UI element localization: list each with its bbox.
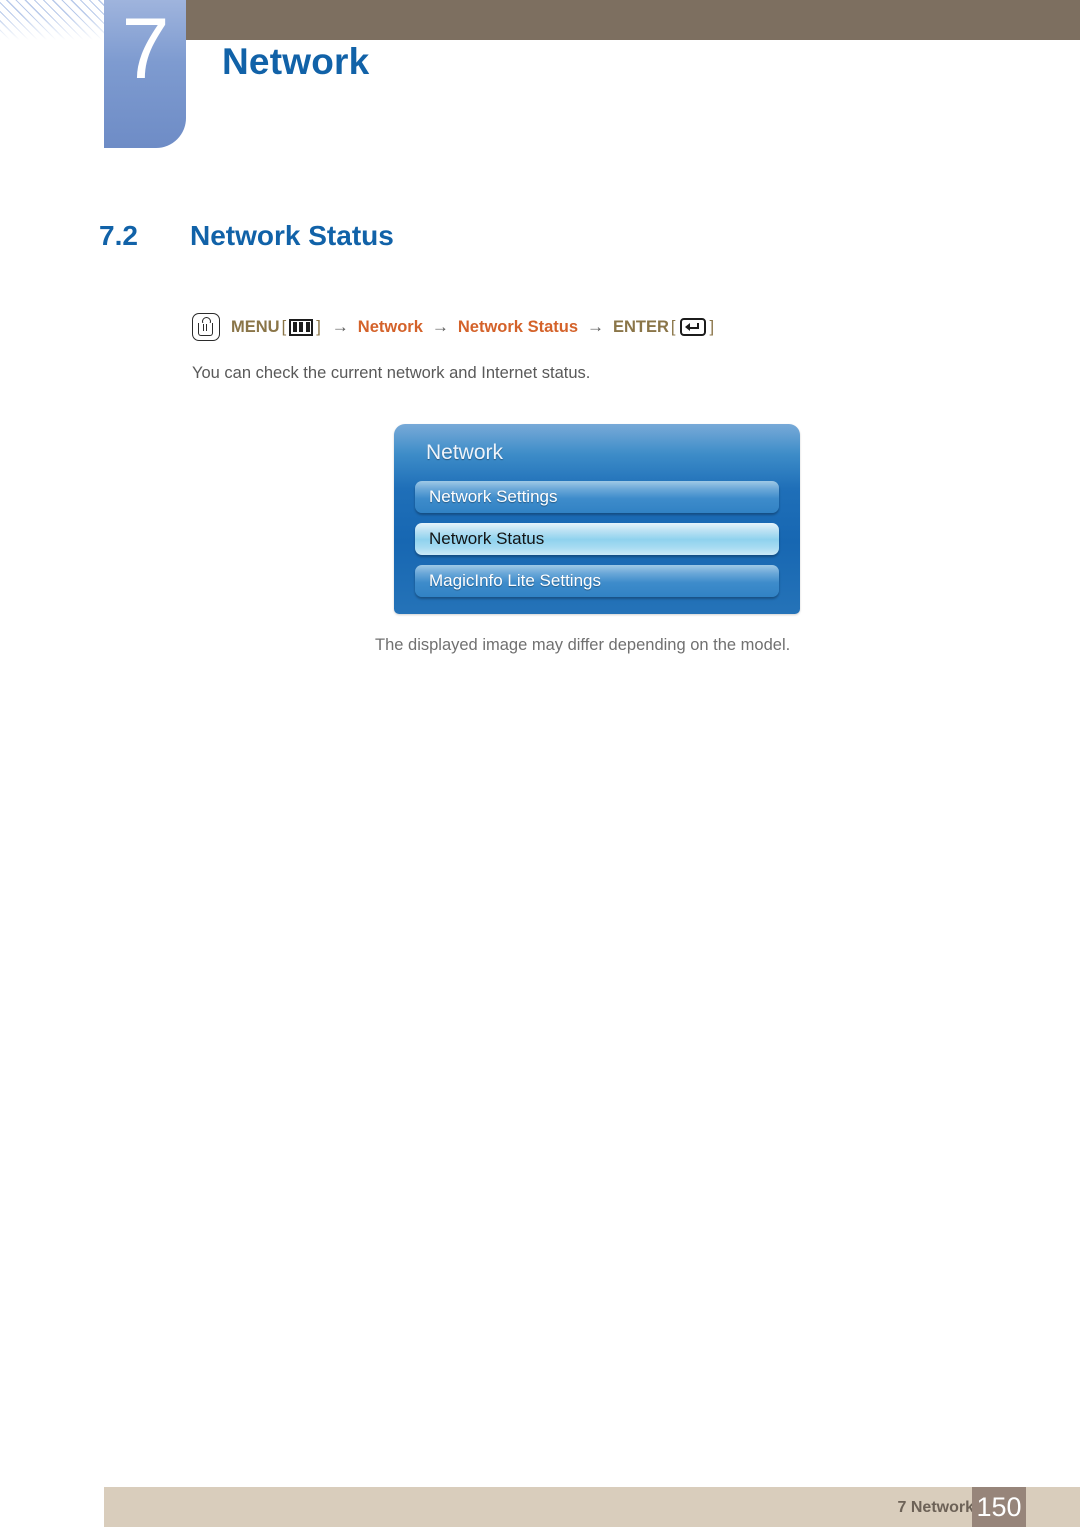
- section-title: Network Status: [190, 220, 394, 251]
- menu-button-label: MENU: [231, 317, 280, 336]
- path-arrow-2: →: [431, 317, 449, 336]
- menu-path-breadcrumb: MENU [ ] → Network → Network Status → EN…: [192, 310, 716, 344]
- page-banner: 7 Network: [0, 0, 1080, 150]
- path-arrow-1: →: [331, 317, 349, 336]
- bracket-close-2: ]: [709, 317, 715, 336]
- chapter-number-badge: 7: [104, 0, 186, 148]
- bracket-open-1: [: [281, 317, 287, 336]
- osd-menu-mockup: Network Network Settings Network Status …: [394, 424, 800, 614]
- section-heading: 7.2 Network Status: [99, 216, 394, 256]
- path-arrow-3: →: [587, 317, 604, 336]
- touch-hand-icon: [192, 313, 220, 341]
- osd-item-label: Network Settings: [429, 487, 558, 506]
- bracket-close-1: ]: [316, 317, 321, 336]
- section-number: 7.2: [99, 220, 138, 251]
- path-step-network: Network: [357, 317, 423, 336]
- footer-page-number: 150: [972, 1487, 1026, 1527]
- chapter-number: 7: [121, 1, 170, 97]
- osd-item-network-status[interactable]: Network Status: [415, 523, 779, 555]
- hatch-fade-overlay: [0, 0, 104, 40]
- osd-item-label: Network Status: [429, 529, 545, 548]
- osd-title: Network: [426, 441, 504, 464]
- osd-item-magicinfo-lite-settings[interactable]: MagicInfo Lite Settings: [415, 565, 779, 597]
- figure-caption: The displayed image may differ depending…: [375, 636, 791, 654]
- chapter-title: Network: [222, 41, 370, 82]
- enter-return-icon: [679, 318, 706, 336]
- section-description: You can check the current network and In…: [192, 364, 591, 382]
- bracket-open-2: [: [670, 317, 676, 336]
- osd-menu-list: Network Settings Network Status MagicInf…: [415, 481, 779, 607]
- osd-item-label: MagicInfo Lite Settings: [429, 571, 601, 590]
- banner-brown-bar: [186, 0, 1080, 40]
- osd-item-network-settings[interactable]: Network Settings: [415, 481, 779, 513]
- path-step-network-status: Network Status: [457, 317, 578, 336]
- enter-button-label: ENTER: [613, 317, 669, 336]
- footer-chapter-label: 7 Network: [897, 1499, 974, 1516]
- menu-bars-icon: [289, 318, 314, 336]
